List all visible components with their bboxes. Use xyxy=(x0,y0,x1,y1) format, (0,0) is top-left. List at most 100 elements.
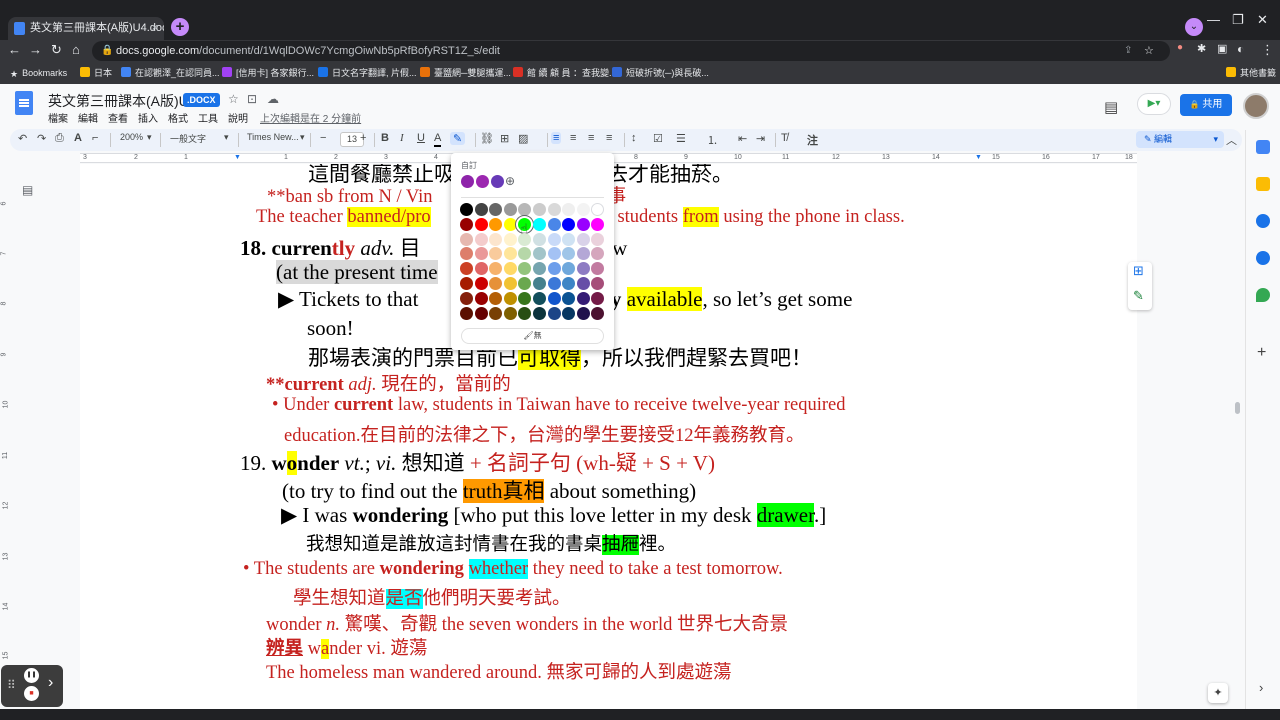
menu-file[interactable]: 檔案 xyxy=(48,114,68,125)
document-outline-icon[interactable]: ▤ xyxy=(22,183,33,197)
color-swatch[interactable] xyxy=(591,262,605,276)
color-swatch[interactable] xyxy=(518,277,532,290)
color-swatch[interactable] xyxy=(489,203,503,216)
color-swatch[interactable] xyxy=(474,262,488,276)
color-swatch[interactable] xyxy=(533,306,546,320)
color-swatch[interactable] xyxy=(547,291,561,305)
bookmark-star-icon[interactable]: ☆ xyxy=(1144,41,1154,61)
bookmark-item[interactable]: 館 續 顧 員 ：查我變... xyxy=(513,62,617,84)
tab-close-icon[interactable]: × xyxy=(152,17,158,40)
highlight-color-button[interactable]: ✎ xyxy=(450,132,466,145)
decrease-font-size-button[interactable]: − xyxy=(320,132,326,144)
extensions-puzzle-icon[interactable]: ✱ xyxy=(1197,42,1206,55)
color-swatch[interactable] xyxy=(591,203,605,216)
stop-button[interactable]: ■ xyxy=(24,686,39,701)
calendar-icon[interactable] xyxy=(1256,140,1270,154)
pause-button[interactable]: ❚❚ xyxy=(24,668,39,683)
print-icon[interactable]: ⎙ xyxy=(55,132,64,145)
color-swatch[interactable] xyxy=(489,291,503,305)
zoom-select[interactable]: 200% xyxy=(120,132,143,142)
color-swatch[interactable] xyxy=(576,217,590,231)
close-window-icon[interactable]: ✕ xyxy=(1257,12,1268,28)
bold-button[interactable]: B xyxy=(381,132,389,144)
color-swatch[interactable] xyxy=(489,247,503,261)
color-swatch[interactable] xyxy=(533,217,546,231)
color-swatch[interactable] xyxy=(547,277,561,290)
back-icon[interactable]: ← xyxy=(8,42,21,57)
italic-button[interactable]: I xyxy=(400,132,404,144)
bookmark-item[interactable]: 在認觀澤_在認同員... xyxy=(121,62,220,84)
add-comment-icon[interactable]: ⊞ xyxy=(1133,263,1144,279)
color-swatch[interactable] xyxy=(591,247,605,261)
color-swatch[interactable] xyxy=(562,277,576,290)
text-color-button[interactable]: A xyxy=(434,132,442,147)
color-swatch[interactable] xyxy=(576,291,590,305)
suggest-edit-icon[interactable]: ✎ xyxy=(1133,288,1144,304)
color-swatch[interactable] xyxy=(562,203,576,216)
last-edit-link[interactable]: 上次編輯是在 2 分鐘前 xyxy=(260,114,361,125)
expand-icon[interactable]: › xyxy=(48,674,53,692)
color-swatch[interactable] xyxy=(547,306,561,320)
bookmark-item[interactable]: 日本 xyxy=(80,62,112,84)
collapse-menus-icon[interactable]: ︿ xyxy=(1226,132,1237,148)
color-swatch[interactable] xyxy=(576,262,590,276)
indent-marker-icon[interactable]: ▼ xyxy=(234,154,241,161)
style-select[interactable]: 一般文字 xyxy=(170,132,206,145)
menu-view[interactable]: 查看 xyxy=(108,114,128,125)
add-comment-icon[interactable]: ⊞ xyxy=(500,132,509,145)
color-swatch[interactable] xyxy=(591,217,605,231)
share-button[interactable]: 🔒 共用 xyxy=(1180,94,1232,116)
comment-history-icon[interactable]: ▤ xyxy=(1104,98,1118,116)
new-tab-button[interactable]: + xyxy=(171,18,189,36)
color-swatch[interactable] xyxy=(562,232,576,246)
add-on-plus-icon[interactable]: + xyxy=(1257,344,1266,362)
bookmark-item[interactable]: 臺鹽網─雙腿攜運... xyxy=(420,62,511,84)
color-swatch[interactable] xyxy=(489,262,503,276)
insert-image-icon[interactable]: ▨ xyxy=(518,132,528,145)
expand-panel-icon[interactable]: › xyxy=(1259,680,1263,695)
bulleted-list-icon[interactable]: ☰ xyxy=(676,132,686,145)
home-icon[interactable]: ⌂ xyxy=(72,42,80,57)
font-select[interactable]: Times New... xyxy=(247,132,299,142)
color-swatch[interactable] xyxy=(460,217,473,231)
move-folder-icon[interactable]: ⊡ xyxy=(247,92,257,106)
color-swatch[interactable] xyxy=(533,291,546,305)
numbered-list-icon[interactable]: ⒈ xyxy=(707,132,718,148)
menu-edit[interactable]: 編輯 xyxy=(78,114,98,125)
color-swatch[interactable] xyxy=(518,291,532,305)
menu-help[interactable]: 說明 xyxy=(228,114,248,125)
menu-tools[interactable]: 工具 xyxy=(198,114,218,125)
color-swatch[interactable] xyxy=(518,262,532,276)
color-swatch[interactable] xyxy=(474,291,488,305)
color-swatch[interactable] xyxy=(562,306,576,320)
color-swatch[interactable] xyxy=(503,291,517,305)
extension-icon[interactable]: ● xyxy=(1177,42,1183,53)
color-swatch[interactable] xyxy=(474,247,488,261)
editing-mode-select[interactable]: ✎ 編輯 ▾ xyxy=(1136,131,1224,148)
reload-icon[interactable]: ↻ xyxy=(51,42,62,58)
color-swatch[interactable] xyxy=(489,306,503,320)
increase-font-size-button[interactable]: + xyxy=(360,132,366,144)
keep-icon[interactable] xyxy=(1256,177,1270,191)
forward-icon[interactable]: → xyxy=(29,42,42,57)
avatar[interactable] xyxy=(1243,93,1269,119)
color-swatch[interactable] xyxy=(591,277,605,290)
undo-icon[interactable]: ↶ xyxy=(18,132,27,145)
color-swatch[interactable] xyxy=(503,262,517,276)
vertical-ruler[interactable]: 6 7 8 9 10 11 12 13 14 15 xyxy=(0,164,12,709)
color-swatch[interactable] xyxy=(503,247,517,261)
color-swatch[interactable] xyxy=(503,203,517,216)
bookmark-item[interactable]: ★ Bookmarks xyxy=(10,62,67,84)
color-swatch[interactable] xyxy=(576,306,590,320)
color-swatch[interactable] xyxy=(489,277,503,290)
color-swatch[interactable] xyxy=(547,262,561,276)
add-custom-color-icon[interactable]: ⊕ xyxy=(505,174,515,188)
menu-insert[interactable]: 插入 xyxy=(138,114,158,125)
scrollbar-thumb[interactable] xyxy=(1235,402,1240,414)
color-swatch[interactable] xyxy=(474,306,488,320)
color-swatch[interactable] xyxy=(460,262,473,276)
bookmark-item[interactable]: [信用卡] 各家銀行... xyxy=(222,62,314,84)
sidebar-toggle-icon[interactable]: ▣ xyxy=(1217,42,1227,55)
maximize-icon[interactable]: ❐ xyxy=(1232,12,1244,28)
custom-color-swatch[interactable] xyxy=(461,175,474,188)
